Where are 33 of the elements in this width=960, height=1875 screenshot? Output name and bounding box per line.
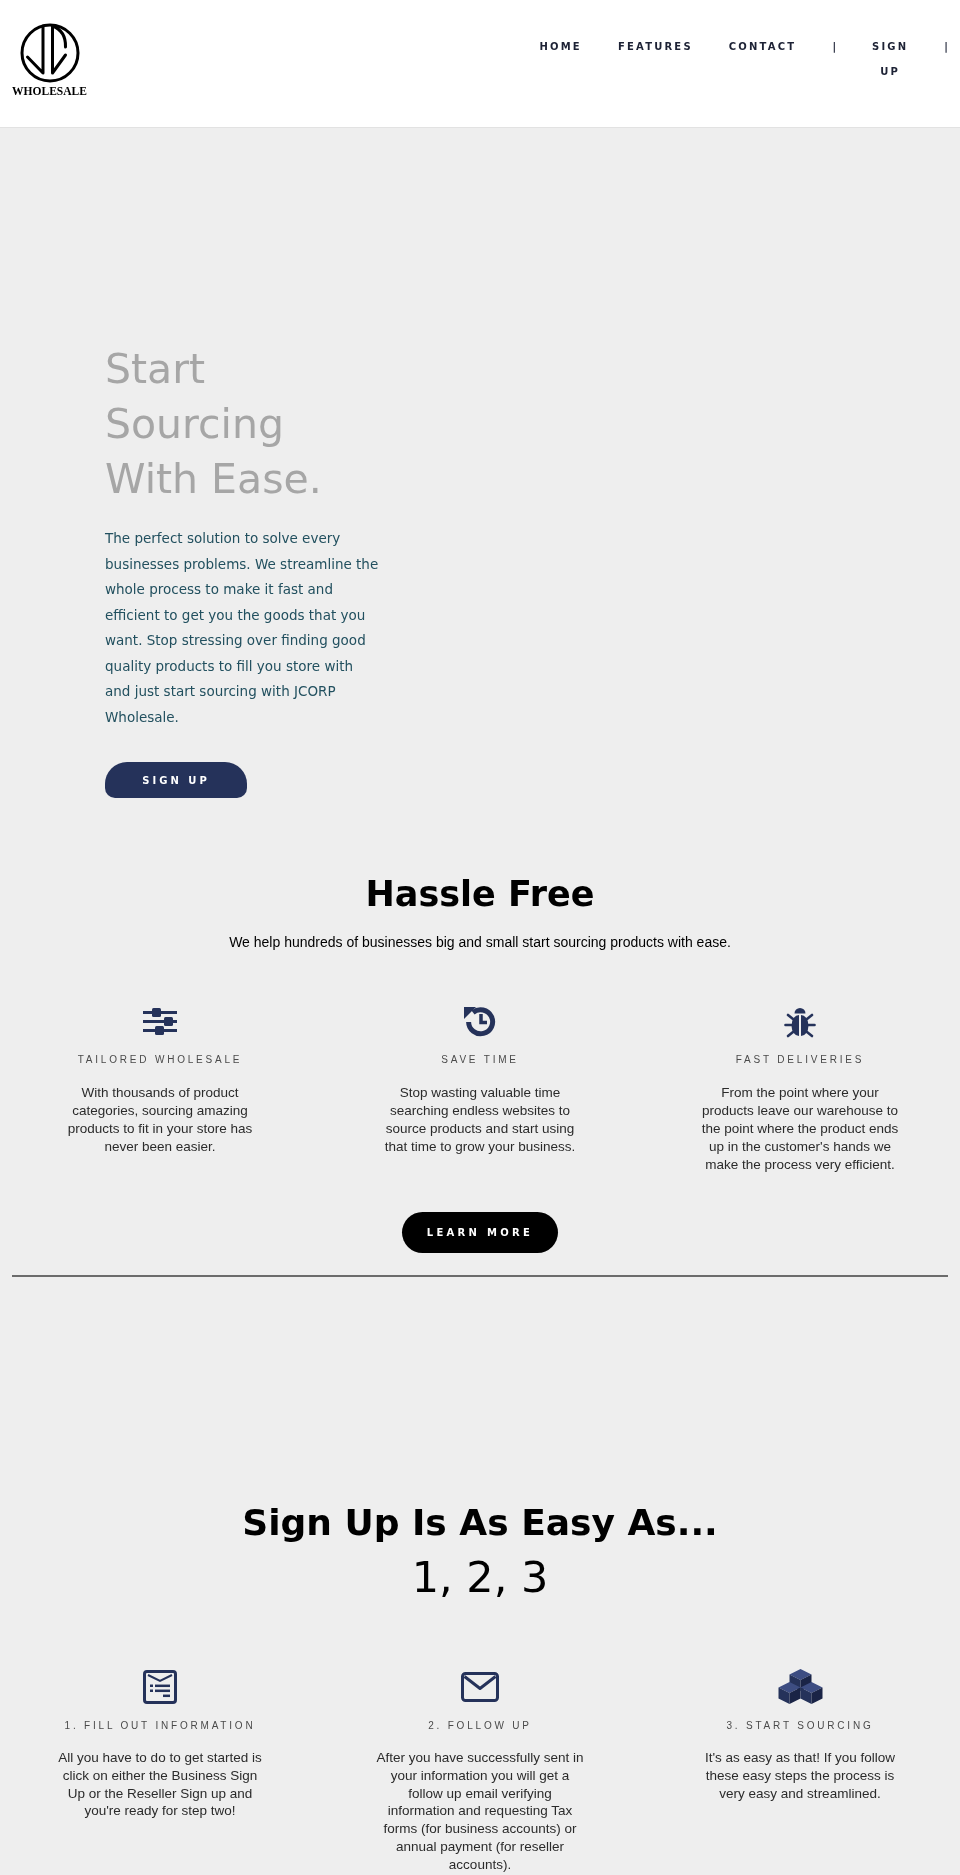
hero-title: Start Sourcing With Ease.: [105, 344, 323, 505]
step-text: It's as easy as that! If you follow these easy steps the process is very easy and streamlined.: [703, 1749, 897, 1803]
section-title: Sign Up Is As Easy As...: [242, 1501, 718, 1544]
feature-text: With thousands of product categories, sourcing amazing products to fit in your store has never been easier.: [66, 1084, 254, 1156]
step-text: After you have successfully sent in your information you will get a follow up email verifying information and requesting Tax forms (for business accounts) or annual payment (for reseller accounts).: [375, 1749, 585, 1874]
step-numbers: 1, 2, 3: [411, 1552, 549, 1602]
learn-more-button[interactable]: LEARN MORE: [402, 1212, 558, 1253]
nav-link[interactable]: CONTACT: [728, 34, 797, 59]
nav-link[interactable]: SIGN UP: [872, 34, 909, 84]
history-icon: [463, 1004, 497, 1038]
nav-link[interactable]: HOME: [539, 34, 582, 59]
cubes-icon: [777, 1669, 823, 1705]
feature-title: FAST DELIVERIES: [735, 1053, 865, 1067]
feature-title: SAVE TIME: [441, 1053, 519, 1067]
hero-text: The perfect solution to solve every businesses problems. We streamline the whole process to make it fast and efficient to get you the goods that you want. Stop stressing over finding good quality products to fill you store with and just start sourcing with JCORP Wholesale.: [105, 529, 380, 727]
step-title: 3. START SOURCING: [726, 1719, 874, 1733]
nav-separator: |: [944, 40, 948, 55]
sign-up-button[interactable]: SIGN UP: [105, 762, 247, 798]
document-list-icon: [143, 1670, 177, 1704]
feature-text: Stop wasting valuable time searching endless websites to source products and start using that time to grow your business.: [383, 1084, 577, 1156]
step-title: 1. FILL OUT INFORMATION: [64, 1719, 256, 1733]
sliders-icon: [143, 1007, 177, 1035]
envelope-icon: [461, 1672, 499, 1702]
circle-monogram-icon: [19, 23, 80, 83]
feature-text: From the point where your products leave our warehouse to the point where the product ends up in the customer's hands we make the process very efficient.: [700, 1084, 900, 1174]
feature-title: TAILORED WHOLESALE: [77, 1053, 243, 1067]
section-title: Hassle Free: [365, 873, 595, 916]
nav-separator: |: [832, 40, 837, 55]
step-title: 2. FOLLOW UP: [428, 1719, 532, 1733]
section-subtitle: We help hundreds of businesses big and small start sourcing products with ease.: [229, 933, 731, 952]
logo[interactable]: WHOLESALE: [12, 23, 87, 97]
step-text: All you have to do to get started is click on either the Business Sign Up or the Reseller Sign up and you're ready for step two!: [57, 1749, 263, 1821]
nav-link[interactable]: FEATURES: [617, 34, 693, 59]
